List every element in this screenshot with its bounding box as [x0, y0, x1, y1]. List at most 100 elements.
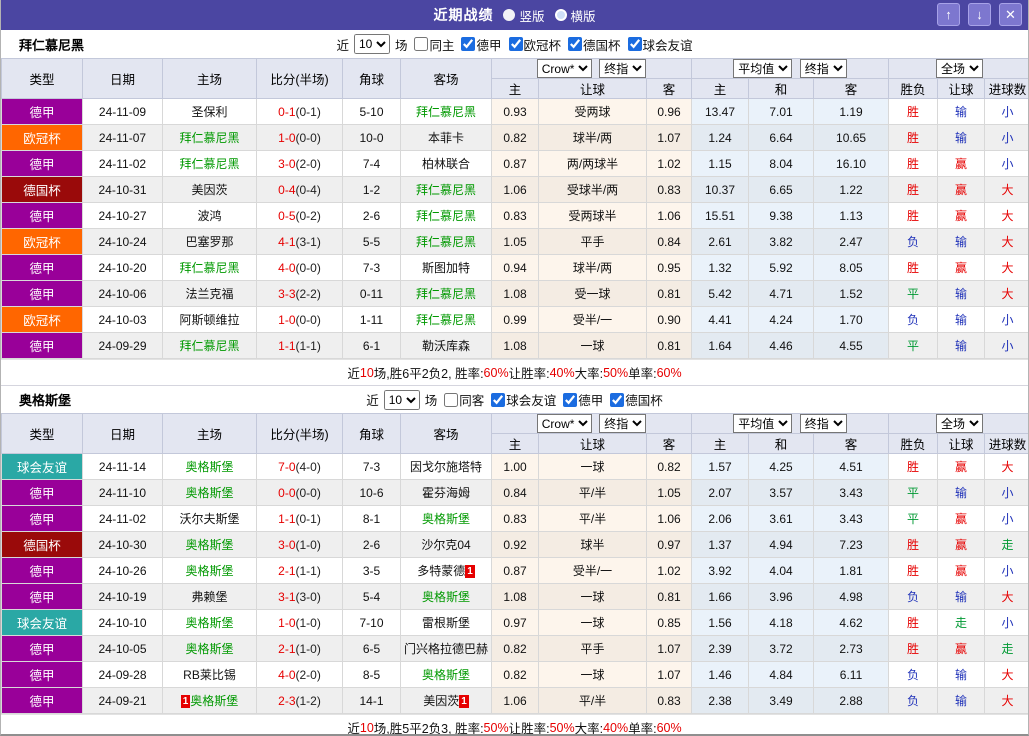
- odds-time-select[interactable]: 终指: [599, 414, 647, 433]
- half-score: (0-2): [295, 208, 321, 223]
- scroll-down-button[interactable]: ↓: [968, 3, 991, 26]
- col-header-score: 比分(半场): [256, 413, 343, 454]
- team-label: 门兴格拉德巴赫: [403, 642, 488, 656]
- league-checkbox-0-input[interactable]: [491, 392, 506, 407]
- league-checkbox-1-input[interactable]: [508, 37, 523, 51]
- sub-header-handicap-result: 让球: [937, 78, 986, 99]
- league-checkbox-1[interactable]: 德甲: [563, 390, 603, 409]
- odds-time-select[interactable]: 终指: [599, 59, 647, 78]
- sub-header-avg-draw: 和: [748, 78, 815, 99]
- league-checkbox-0[interactable]: 德甲: [461, 35, 502, 54]
- result-goals-cell: 大: [984, 202, 1028, 229]
- home-team-cell: 法兰克福: [162, 280, 257, 307]
- checkbox-label: 球会友谊: [506, 394, 557, 408]
- col-header-date: 日期: [82, 58, 163, 99]
- match-count-select[interactable]: 10: [353, 34, 390, 54]
- result-scope-select[interactable]: 全场: [936, 59, 984, 78]
- league-checkbox-3[interactable]: 球会友谊: [627, 35, 693, 54]
- full-score: 0-0: [278, 485, 296, 500]
- radio-unselected-icon[interactable]: [554, 9, 567, 21]
- odds-source-select[interactable]: Crow*: [536, 414, 592, 433]
- team-label: 本菲卡: [427, 131, 464, 145]
- result-handicap-cell: 赢: [937, 176, 986, 203]
- avg-away-cell: 10.65: [813, 124, 890, 151]
- avg-draw-cell: 4.25: [748, 453, 815, 480]
- odds-source-select[interactable]: Crow*: [536, 59, 592, 78]
- score-cell: 4-0(2-0): [256, 661, 343, 688]
- summary-segment: 40%: [603, 720, 629, 735]
- result-handicap-cell: 输: [937, 98, 986, 125]
- league-checkbox-0-input[interactable]: [461, 37, 476, 51]
- result-outcome-cell: 负: [888, 661, 939, 688]
- notice-badge: 1: [465, 565, 475, 578]
- same-venue-checkbox-input[interactable]: [414, 37, 429, 51]
- result-goals-cell: 大: [984, 661, 1028, 688]
- odds-home-cell: 1.06: [491, 687, 539, 714]
- team-section-home: 拜仁慕尼黑 近 10 场同主 德甲 欧冠杯 德国杯 球会友谊 类型 日期 主场 比分(半场)…: [1, 30, 1028, 385]
- team-label: 奥格斯堡: [190, 694, 239, 708]
- avg-away-cell: 6.11: [813, 661, 890, 688]
- avg-source-select[interactable]: 平均值: [733, 59, 793, 78]
- league-checkbox-2-input[interactable]: [568, 37, 583, 51]
- summary-segment: 50%: [483, 720, 509, 735]
- titlebar: 近期战绩 竖版 横版 ↑ ↓ ✕: [1, 0, 1028, 30]
- odds-home-cell: 0.92: [491, 531, 539, 558]
- avg-draw-cell: 7.01: [748, 98, 815, 125]
- col-header-type: 类型: [1, 413, 83, 454]
- avg-time-select[interactable]: 终指: [799, 59, 847, 78]
- summary-segment: 60%: [483, 365, 509, 380]
- league-checkbox-3-input[interactable]: [627, 37, 642, 51]
- layout-option-horizontal[interactable]: 横版: [554, 6, 596, 25]
- avg-time-select[interactable]: 终指: [799, 414, 847, 433]
- scroll-up-button[interactable]: ↑: [937, 3, 960, 26]
- handicap-cell: 受两球半: [538, 202, 647, 229]
- date-cell: 24-11-07: [82, 124, 163, 151]
- odds-away-cell: 0.95: [645, 254, 693, 281]
- league-checkbox-2[interactable]: 德国杯: [610, 390, 663, 409]
- result-goals-cell: 大: [984, 280, 1028, 307]
- layout-option-vertical[interactable]: 竖版: [503, 6, 545, 25]
- team-label: 拜仁慕尼黑: [415, 105, 476, 119]
- close-button[interactable]: ✕: [999, 3, 1022, 26]
- league-checkbox-2-input[interactable]: [610, 392, 625, 407]
- competition-type-cell: 德甲: [1, 583, 83, 610]
- match-count-select[interactable]: 10: [383, 389, 420, 410]
- col-header-corner: 角球: [342, 58, 401, 99]
- competition-type-cell: 德甲: [1, 661, 83, 688]
- odds-home-cell: 0.94: [491, 254, 539, 281]
- half-score: (3-1): [295, 234, 321, 249]
- avg-draw-cell: 4.46: [748, 332, 815, 359]
- avg-home-cell: 13.47: [691, 98, 750, 125]
- league-checkbox-1[interactable]: 欧冠杯: [508, 35, 561, 54]
- result-outcome-cell: 胜: [888, 150, 939, 177]
- away-team-cell: 奥格斯堡: [400, 505, 492, 532]
- match-row: 欧冠杯 24-10-03 阿斯顿维拉 1-0(0-0) 1-11 拜仁慕尼黑 0.99 受半/…: [1, 306, 1028, 333]
- result-handicap-cell: 赢: [937, 531, 986, 558]
- avg-home-cell: 1.56: [691, 609, 750, 636]
- same-venue-checkbox-input[interactable]: [444, 392, 459, 407]
- score-cell: 1-0(1-0): [256, 609, 343, 636]
- handicap-cell: 平/半: [538, 687, 647, 714]
- avg-draw-cell: 6.64: [748, 124, 815, 151]
- avg-source-select[interactable]: 平均值: [733, 414, 793, 433]
- score-cell: 1-0(0-0): [256, 306, 343, 333]
- date-cell: 24-10-06: [82, 280, 163, 307]
- full-score: 2-1: [278, 563, 296, 578]
- result-scope-select[interactable]: 全场: [936, 414, 984, 433]
- sub-header-wdl: 胜负: [888, 78, 939, 99]
- sub-header-avg-home: 主: [691, 433, 750, 454]
- competition-type-cell: 德甲: [1, 635, 83, 662]
- avg-home-cell: 2.61: [691, 228, 750, 255]
- league-checkbox-0[interactable]: 球会友谊: [491, 390, 556, 409]
- league-checkbox-2[interactable]: 德国杯: [568, 35, 621, 54]
- competition-type-cell: 德国杯: [1, 176, 83, 203]
- radio-selected-icon[interactable]: [503, 9, 516, 21]
- corner-cell: 6-5: [342, 635, 401, 662]
- same-venue-checkbox[interactable]: 同主: [414, 35, 454, 54]
- same-venue-checkbox[interactable]: 同客: [444, 390, 484, 409]
- odds-away-cell: 1.07: [645, 661, 693, 688]
- avg-home-cell: 1.15: [691, 150, 750, 177]
- score-cell: 3-1(3-0): [256, 583, 343, 610]
- league-checkbox-1-input[interactable]: [563, 392, 578, 407]
- avg-away-cell: 1.52: [813, 280, 890, 307]
